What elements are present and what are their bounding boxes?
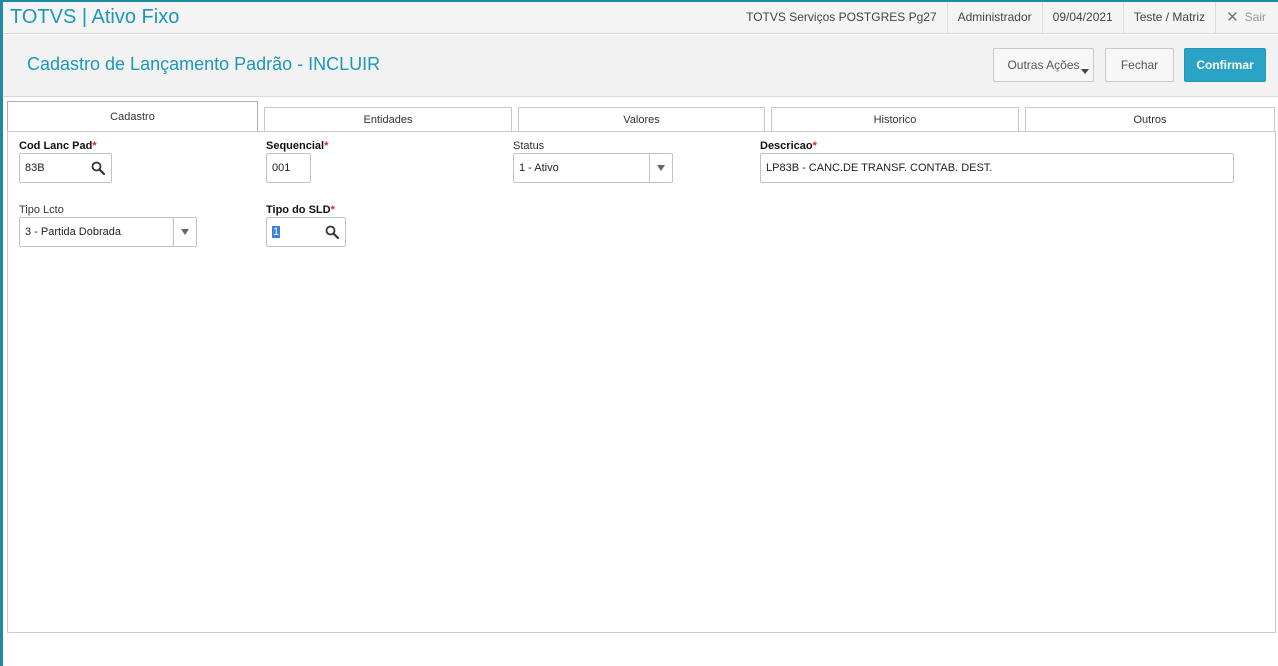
tipo-sld-label: Tipo do SLD* [266,204,335,216]
chevron-down-icon [1081,69,1089,74]
search-icon[interactable] [91,161,105,175]
sequencial-value: 001 [272,162,291,174]
sequencial-input[interactable]: 001 [266,153,311,183]
tab-cadastro[interactable]: Cadastro [7,101,258,132]
tab-outros[interactable]: Outros [1025,107,1275,131]
page-title: Cadastro de Lançamento Padrão - INCLUIR [27,54,381,74]
descricao-value: LP83B - CANC.DE TRANSF. CONTAB. DEST. [766,162,993,174]
tipo-lcto-label: Tipo Lcto [19,204,64,216]
descricao-input[interactable]: LP83B - CANC.DE TRANSF. CONTAB. DEST. [760,153,1234,183]
app-title: TOTVS | Ativo Fixo [10,6,180,28]
tab-entidades[interactable]: Entidades [264,107,512,131]
cod-lanc-pad-value: 83B [25,162,45,174]
tipo-sld-value: 1 [272,226,281,238]
descricao-label: Descricao* [760,140,817,152]
exit-button[interactable]: ✕ Sair [1215,2,1278,33]
close-icon: ✕ [1226,9,1239,26]
page-header: Cadastro de Lançamento Padrão - INCLUIR … [3,35,1278,97]
confirm-button[interactable]: Confirmar [1184,48,1266,82]
tab-valores[interactable]: Valores [518,107,765,131]
chevron-down-icon[interactable] [649,154,672,182]
other-actions-button[interactable]: Outras Ações [993,48,1094,82]
date-label[interactable]: 09/04/2021 [1041,2,1123,33]
form-panel [7,131,1276,633]
cod-lanc-pad-label: Cod Lanc Pad* [19,140,97,152]
user-label[interactable]: Administrador [946,2,1042,33]
window-left-border [0,0,3,666]
status-value: 1 - Ativo [519,162,559,174]
other-actions-label: Outras Ações [1007,58,1080,72]
chevron-down-icon[interactable] [173,218,196,246]
tab-historico[interactable]: Historico [771,107,1019,131]
top-info: TOTVS Serviços POSTGRES Pg27 Administrad… [736,2,1278,33]
tipo-lcto-select[interactable]: 3 - Partida Dobrada [19,217,197,247]
top-bar: TOTVS | Ativo Fixo TOTVS Serviços POSTGR… [3,2,1278,34]
exit-label: Sair [1244,10,1266,24]
branch-label[interactable]: Teste / Matriz [1122,2,1215,33]
status-label: Status [513,140,545,152]
status-select[interactable]: 1 - Ativo [513,153,673,183]
cod-lanc-pad-input[interactable]: 83B [19,153,112,183]
environment-label[interactable]: TOTVS Serviços POSTGRES Pg27 [736,2,947,33]
search-icon[interactable] [325,225,339,239]
sequencial-label: Sequencial* [266,140,329,152]
tipo-lcto-value: 3 - Partida Dobrada [25,226,121,238]
close-button[interactable]: Fechar [1105,48,1174,82]
tipo-sld-input[interactable]: 1 [266,217,346,247]
